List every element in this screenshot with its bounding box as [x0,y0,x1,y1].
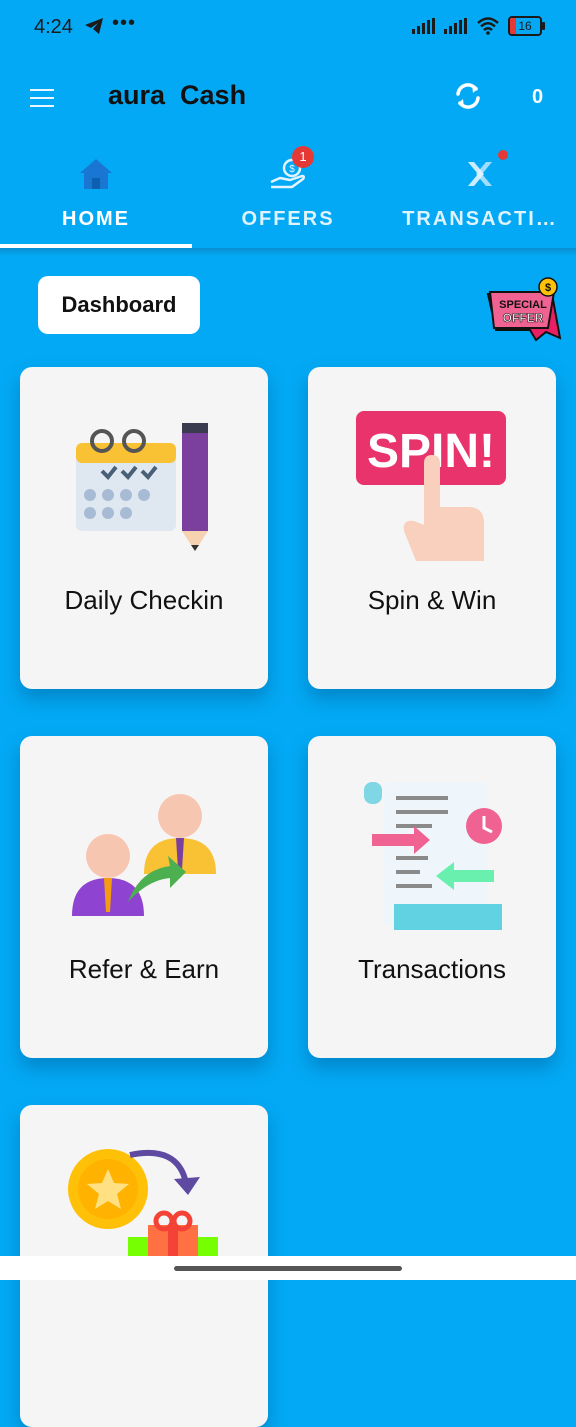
transactions-card[interactable]: Transactions [308,736,556,1058]
status-bar: 4:24 ••• 16 [0,0,576,56]
daily-checkin-card[interactable]: Daily Checkin [20,367,268,689]
offers-badge: 1 [292,146,314,168]
tab-transactions-label: TRANSACTI… [402,208,558,230]
dashboard-button[interactable]: Dashboard [38,276,200,334]
more-notifications-icon: ••• [112,12,137,34]
daily-checkin-label: Daily Checkin [64,585,224,615]
signal-icon [412,18,435,34]
status-time: 4:24 [34,16,73,38]
coin-balance: 0 [532,86,544,108]
wifi-icon [477,17,499,35]
reward-icon [68,1149,218,1269]
battery-level: 16 [518,19,532,33]
telegram-icon [85,18,103,34]
battery-icon: 16 [508,16,545,36]
refresh-icon[interactable] [452,80,484,112]
tab-bar: HOME $ 1 OFFERS TRANSACTI… [0,140,576,250]
svg-text:$: $ [289,164,295,175]
tab-transactions[interactable]: TRANSACTI… [384,140,576,248]
transactions-dot [498,150,508,160]
refer-earn-label: Refer & Earn [68,954,220,984]
tab-offers-label: OFFERS [241,208,335,230]
refer-icon [72,794,216,916]
transactions-doc-icon [364,782,502,930]
home-gesture-handle[interactable] [174,1266,402,1271]
navigation-bar [0,1256,576,1280]
app-title: aura Cash [108,80,247,110]
spin-win-label: Spin & Win [367,585,497,615]
signal-icon-2 [444,18,467,34]
special-offer-coin: $ [545,282,551,294]
menu-icon[interactable] [30,89,54,113]
tab-offers[interactable]: $ 1 OFFERS [192,140,384,248]
app-bar: aura Cash 0 [0,56,576,138]
home-icon [80,159,112,189]
special-offer-line1: SPECIAL [499,299,547,311]
special-offer-icon[interactable]: SPECIAL OFFER $ [486,276,562,344]
transactions-icon [468,162,492,186]
tab-shadow [0,248,576,256]
tab-home-label: HOME [62,208,130,230]
spin-icon: SPIN! [356,411,506,561]
status-right: 16 [412,16,545,36]
special-offer-line2: OFFER [503,311,544,325]
transactions-label: Transactions [358,954,506,984]
tab-home[interactable]: HOME [0,140,192,248]
refer-earn-card[interactable]: Refer & Earn [20,736,268,1058]
spin-win-card[interactable]: SPIN! Spin & Win [308,367,556,689]
calendar-pencil-icon [76,423,208,551]
